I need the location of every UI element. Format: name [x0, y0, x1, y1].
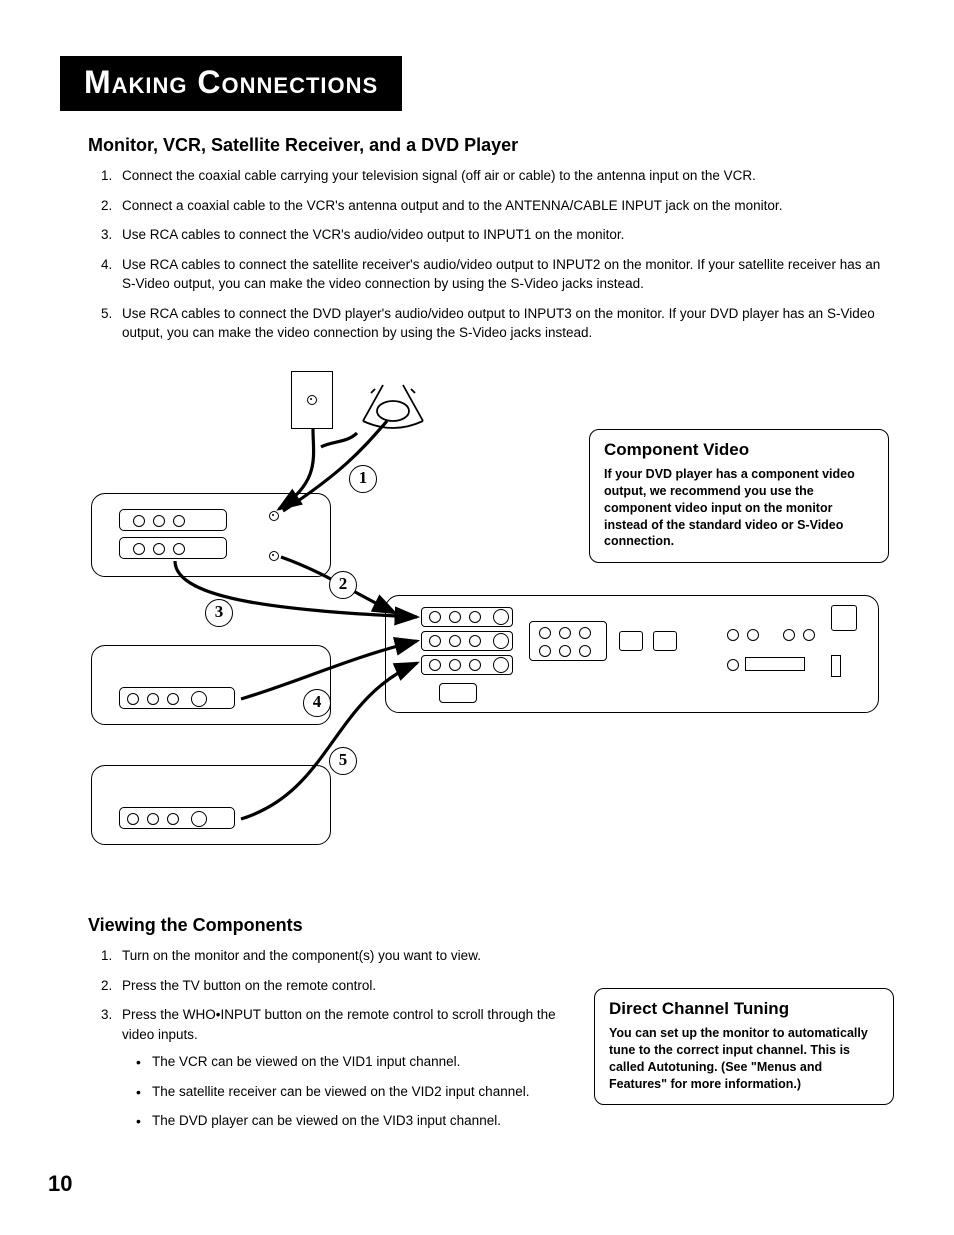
step-label-2: 2 [329, 571, 357, 599]
list-item: The satellite receiver can be viewed on … [130, 1082, 564, 1102]
manual-page: Making Connections Monitor, VCR, Satelli… [0, 0, 954, 1235]
list-item: The DVD player can be viewed on the VID3… [130, 1111, 564, 1131]
list-item: Press the TV button on the remote contro… [116, 976, 564, 996]
page-content: Monitor, VCR, Satellite Receiver, and a … [60, 135, 894, 1141]
callout-title: Direct Channel Tuning [609, 999, 879, 1019]
list-item: Use RCA cables to connect the satellite … [116, 255, 894, 294]
list-item: Use RCA cables to connect the DVD player… [116, 304, 894, 343]
section2-heading: Viewing the Components [88, 915, 894, 936]
step-label-4: 4 [303, 689, 331, 717]
section1-steps: Connect the coaxial cable carrying your … [88, 166, 894, 343]
list-item: Connect a coaxial cable to the VCR's ant… [116, 196, 894, 216]
list-item: Turn on the monitor and the component(s)… [116, 946, 564, 966]
step-label-3: 3 [205, 599, 233, 627]
list-item: Press the WHO•INPUT button on the remote… [116, 1005, 564, 1131]
list-item-text: Press the WHO•INPUT button on the remote… [122, 1007, 556, 1042]
page-title-banner: Making Connections [60, 56, 402, 111]
section2-steps: Turn on the monitor and the component(s)… [88, 946, 564, 1131]
wiring-diagram: Component Video If your DVD player has a… [91, 361, 891, 891]
list-item: Use RCA cables to connect the VCR's audi… [116, 225, 894, 245]
section2-bullets: The VCR can be viewed on the VID1 input … [130, 1052, 564, 1131]
page-number: 10 [48, 1171, 72, 1197]
step-label-5: 5 [329, 747, 357, 775]
connection-arrows [91, 361, 891, 891]
callout-body: You can set up the monitor to automatica… [609, 1025, 879, 1093]
step-label-1: 1 [349, 465, 377, 493]
callout-direct-channel-tuning: Direct Channel Tuning You can set up the… [594, 988, 894, 1106]
list-item: The VCR can be viewed on the VID1 input … [130, 1052, 564, 1072]
list-item: Connect the coaxial cable carrying your … [116, 166, 894, 186]
section2-row: Turn on the monitor and the component(s)… [88, 946, 894, 1141]
section1-heading: Monitor, VCR, Satellite Receiver, and a … [88, 135, 894, 156]
